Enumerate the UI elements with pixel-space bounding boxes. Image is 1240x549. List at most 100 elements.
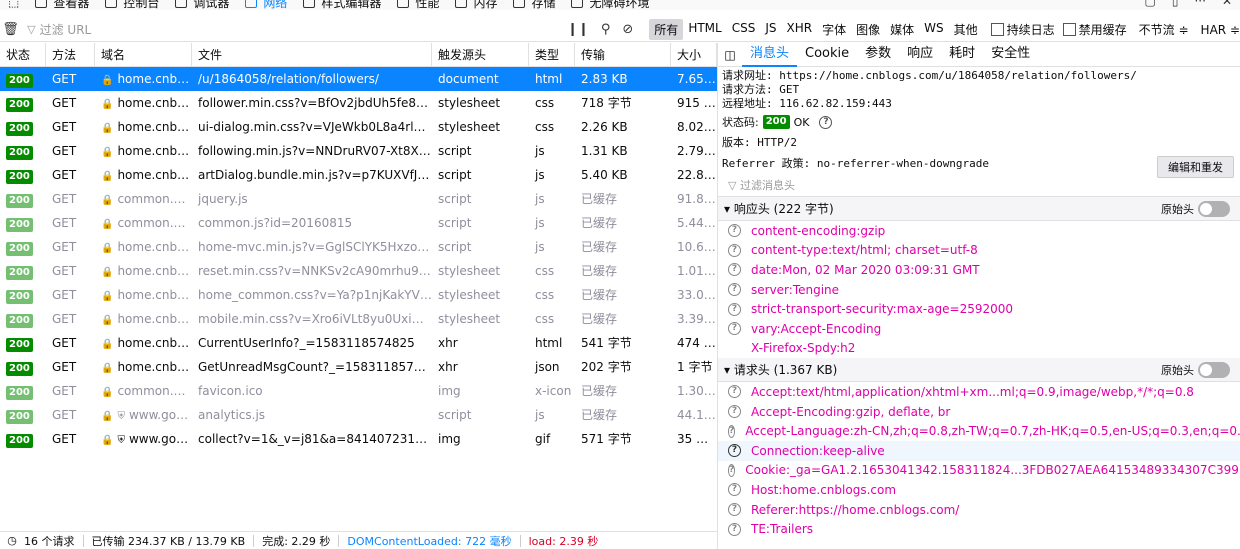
type-filter-1[interactable]: HTML — [683, 19, 726, 40]
header-line[interactable]: ? server: Tengine — [718, 280, 1240, 300]
header-line[interactable]: ? content-type: text/html; charset=utf-8 — [718, 241, 1240, 261]
table-row[interactable]: 200 GET 🔒 common.cn... jquery.js script js 已缓存 9… — [0, 187, 717, 211]
help-icon[interactable]: ? — [728, 483, 741, 497]
details-tab-1[interactable]: Cookie — [797, 43, 857, 67]
column-header[interactable]: 触发源头 — [432, 43, 529, 67]
help-icon[interactable]: ? — [728, 444, 741, 458]
help-icon[interactable]: ? — [728, 385, 741, 399]
type-filter-8[interactable]: WS — [919, 19, 948, 40]
table-row[interactable]: 200 GET 🔒 home.cnblo... ui-dialog.min.css?v=… — [0, 115, 717, 139]
tab-6[interactable]: 内存 — [447, 0, 505, 10]
more-icon[interactable]: ··· — [1194, 0, 1205, 10]
table-row[interactable]: 200 GET 🔒 home.cnblo... home-mvc.min.js?v=Gg… — [0, 235, 717, 259]
header-line[interactable]: ? Host: home.cnblogs.com — [718, 480, 1240, 500]
table-row[interactable]: 200 GET 🔒 home.cnblo... following.min.js?v=N… — [0, 139, 717, 163]
toggle-switch[interactable] — [1198, 361, 1230, 378]
help-icon[interactable]: ? — [728, 224, 741, 238]
help-icon[interactable]: ? — [728, 463, 736, 477]
toggle-switch[interactable] — [1198, 200, 1230, 217]
column-header[interactable]: 方法 — [46, 43, 95, 67]
request-headers-section[interactable]: ▾ 请求头 (1.367 KB) 原始头 — [718, 358, 1240, 383]
tab-2[interactable]: 调试器 — [167, 0, 237, 10]
table-row[interactable]: 200 GET 🔒 home.cnblo... home_common.css?v=Ya… — [0, 283, 717, 307]
help-icon[interactable]: ? — [728, 405, 741, 419]
header-line[interactable]: ? Connection: keep-alive — [718, 440, 1240, 461]
search-icon[interactable]: ⚲ — [601, 22, 611, 37]
header-line[interactable]: ? TE: Trailers — [718, 519, 1240, 539]
column-header[interactable]: 大小 — [671, 43, 717, 67]
header-line[interactable]: ? Cookie: _ga=GA1.2.1653041342.158311824.… — [718, 461, 1240, 481]
header-line[interactable]: ? Accept: text/html,application/xhtml+xm.… — [718, 382, 1240, 402]
table-row[interactable]: 200 GET 🔒 common.cn... common.js?id=20160815… — [0, 211, 717, 235]
table-row[interactable]: 200 GET 🔒 home.cnblo... follower.min.css?v=B… — [0, 91, 717, 115]
details-tab-3[interactable]: 响应 — [899, 43, 941, 67]
details-tab-5[interactable]: 安全性 — [983, 43, 1038, 67]
help-icon[interactable]: ? — [728, 243, 741, 257]
tab-0[interactable]: 查看器 — [27, 0, 97, 10]
clear-icon[interactable]: 🗑 — [0, 22, 21, 37]
table-row[interactable]: 200 GET 🔒 home.cnblo... mobile.min.css?v=Xro… — [0, 307, 717, 331]
help-icon[interactable]: ? — [728, 263, 741, 277]
raw-headers-toggle[interactable]: 原始头 — [1161, 361, 1230, 378]
table-row[interactable]: 200 GET 🔒 ⛨ www.goo... analytics.js script js 已缓… — [0, 403, 717, 427]
header-line[interactable]: ? strict-transport-security: max-age=2592… — [718, 299, 1240, 319]
header-line[interactable]: ? content-encoding: gzip — [718, 221, 1240, 241]
raw-headers-toggle[interactable]: 原始头 — [1161, 200, 1230, 217]
details-tab-2[interactable]: 参数 — [857, 43, 899, 67]
har-menu[interactable]: HAR ≑ — [1201, 23, 1240, 37]
header-line[interactable]: ? date: Mon, 02 Mar 2020 03:09:31 GMT — [718, 260, 1240, 280]
header-line[interactable]: ? Accept-Encoding: gzip, deflate, br — [718, 402, 1240, 422]
toggle-panel-icon[interactable]: ◫ — [718, 48, 742, 62]
tab-5[interactable]: 性能 — [389, 0, 447, 10]
table-row[interactable]: 200 GET 🔒 home.cnblo... reset.min.css?v=NNKS… — [0, 259, 717, 283]
details-tab-0[interactable]: 消息头 — [742, 43, 798, 67]
column-header[interactable]: 类型 — [529, 43, 575, 67]
column-header[interactable]: 文件 — [192, 43, 432, 67]
disable-cache-checkbox[interactable]: 禁用缓存 — [1062, 21, 1127, 38]
help-icon[interactable]: ? — [728, 424, 736, 438]
filter-url-input[interactable]: 过滤 URL — [40, 21, 539, 38]
help-icon[interactable]: ? — [728, 503, 741, 517]
type-filter-6[interactable]: 图像 — [851, 19, 885, 40]
type-filter-3[interactable]: JS — [760, 19, 781, 40]
type-filter-4[interactable]: XHR — [782, 19, 818, 40]
table-row[interactable]: 200 GET 🔒 common.cn... favicon.ico img x-icon 已… — [0, 379, 717, 403]
tab-8[interactable]: 无障碍环境 — [563, 0, 657, 10]
close-icon[interactable]: ✕ — [1222, 0, 1232, 10]
help-icon[interactable]: ? — [728, 322, 741, 336]
header-line[interactable]: ? Accept-Language: zh-CN,zh;q=0.8,zh-TW;q… — [718, 421, 1240, 441]
performance-icon[interactable]: ◷ — [0, 534, 24, 547]
header-line[interactable]: ? vary: Accept-Encoding — [718, 319, 1240, 339]
help-icon[interactable]: ? — [728, 522, 741, 536]
tab-7[interactable]: 存储 — [505, 0, 563, 10]
persist-log-checkbox[interactable]: 持续日志 — [990, 21, 1055, 38]
help-icon[interactable]: ? — [728, 283, 741, 297]
details-tab-4[interactable]: 耗时 — [941, 43, 983, 67]
table-row[interactable]: 200 GET 🔒 ⛨ www.goo... collect?v=1&_v=j81&a=8… — [0, 427, 717, 451]
type-filter-9[interactable]: 其他 — [949, 19, 983, 40]
tab-3[interactable]: 网络 — [237, 0, 295, 10]
tab-4[interactable]: 样式编辑器 — [295, 0, 389, 10]
block-icon[interactable]: ⊘ — [622, 22, 633, 37]
column-header[interactable]: 域名 — [95, 43, 192, 67]
table-row[interactable]: 200 GET 🔒 home.cnblo... artDialog.bundle.min… — [0, 163, 717, 187]
tab-1[interactable]: 控制台 — [97, 0, 167, 10]
column-header[interactable]: 传输 — [575, 43, 671, 67]
help-icon[interactable]: ? — [819, 115, 833, 129]
type-filter-2[interactable]: CSS — [727, 19, 761, 40]
response-headers-section[interactable]: ▾ 响应头 (222 字节) 原始头 — [718, 197, 1240, 221]
type-filter-0[interactable]: 所有 — [649, 19, 684, 40]
table-row[interactable]: 200 GET 🔒 home.cnblo... CurrentUserInfo?_=15… — [0, 331, 717, 355]
header-line[interactable]: ? Referer: https://home.cnblogs.com/ — [718, 500, 1240, 520]
dock-icon[interactable]: ▢ — [1145, 0, 1156, 10]
filter-headers-input[interactable]: ▽ 过滤消息头 — [718, 175, 1240, 197]
type-filter-7[interactable]: 媒体 — [885, 19, 919, 40]
table-row[interactable]: 200 GET 🔒 home.cnblo... GetUnreadMsgCount?_=… — [0, 355, 717, 379]
throttle-select[interactable]: 不节流 ≑ — [1139, 21, 1189, 38]
edit-resend-button[interactable]: 编辑和重发 — [1157, 156, 1234, 178]
pick-element-icon[interactable]: ⬚ — [0, 0, 27, 10]
type-filter-5[interactable]: 字体 — [817, 19, 851, 40]
table-row[interactable]: 200 GET 🔒 home.cnblo... /u/1864058/relation/… — [0, 67, 717, 91]
pause-icon[interactable]: ❙❙ — [567, 22, 589, 37]
help-icon[interactable]: ? — [728, 302, 741, 316]
